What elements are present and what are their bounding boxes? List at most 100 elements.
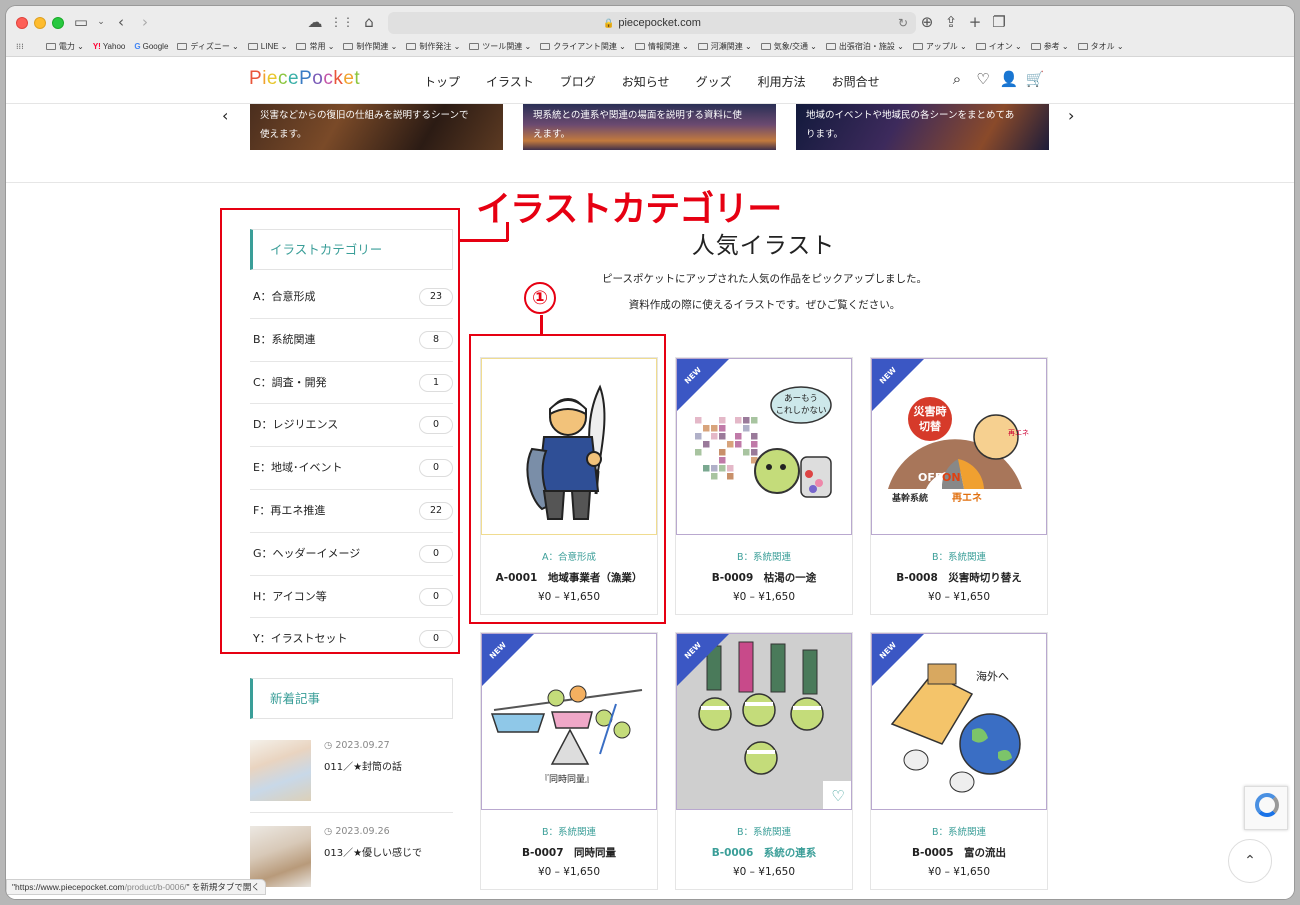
banner-slide[interactable]: 現系統との連系や関連の場面を説明する資料に使 えます。	[523, 104, 776, 150]
news-thumbnail[interactable]	[250, 826, 311, 887]
product-category[interactable]: B：系統関連	[676, 549, 852, 563]
zoom-window-button[interactable]	[52, 17, 64, 29]
banner-text: 災害などからの復旧の仕組みを説明するシーンで	[260, 110, 469, 121]
product-image[interactable]: あーもう これしかない NEW	[676, 358, 852, 535]
news-date: ◷ 2023.09.26	[324, 826, 390, 837]
news-title[interactable]: 011／★封筒の話	[324, 758, 402, 773]
product-image[interactable]: NEW ♡	[676, 633, 852, 810]
bookmark-item[interactable]: イオン ⌄	[975, 39, 1022, 55]
grid-icon[interactable]: ⋮⋮	[330, 11, 354, 33]
carousel-prev-icon[interactable]: ‹	[222, 106, 228, 125]
user-icon[interactable]: 👤	[996, 70, 1022, 88]
bookmark-label: 制作発注 ⌄	[419, 42, 461, 51]
nav-item[interactable]: お知らせ	[622, 73, 670, 90]
news-date-text: 2023.09.26	[335, 826, 390, 837]
product-title[interactable]: B-0007 同時同量	[481, 845, 657, 860]
product-category[interactable]: B：系統関連	[676, 824, 852, 838]
tab-overview-icon[interactable]: ❐	[988, 11, 1010, 33]
forward-icon[interactable]: ›	[134, 11, 156, 33]
bookmark-item[interactable]: LINE ⌄	[247, 39, 287, 55]
news-title[interactable]: 013／★優しい感じで	[324, 844, 422, 859]
bookmark-item[interactable]: アップル ⌄	[912, 39, 967, 55]
nav-item[interactable]: お問合せ	[832, 73, 880, 90]
new-badge	[677, 359, 729, 411]
product-card[interactable]: 『同時同量』 NEW B：系統関連 B-0007 同時同量 ¥0 – ¥1,65…	[480, 632, 658, 890]
product-card[interactable]: 海外へ NEW B：系統関連 B-0005 富の流出 ¥0 – ¥1,650	[870, 632, 1048, 890]
mosaic-tile	[719, 425, 726, 432]
mosaic-tile	[719, 465, 726, 472]
address-bar[interactable]: 🔒 piecepocket.com ↻	[388, 12, 916, 34]
banner-text: 使えます。	[260, 129, 307, 140]
scroll-to-top-button[interactable]: ⌃	[1228, 839, 1272, 883]
off-label: OFF	[918, 471, 942, 484]
product-category[interactable]: B：系統関連	[481, 824, 657, 838]
close-window-button[interactable]	[16, 17, 28, 29]
bookmark-label: クライアント関連 ⌄	[553, 42, 626, 51]
bookmark-item[interactable]: 制作関連 ⌄	[343, 39, 397, 55]
product-title[interactable]: B-0006 系統の連系	[676, 845, 852, 860]
search-icon[interactable]: ⌕	[944, 70, 970, 88]
bookmark-label: イオン ⌄	[988, 42, 1022, 51]
nav-item[interactable]: ブログ	[560, 73, 596, 90]
status-path: /product/b-0006/	[124, 882, 187, 892]
bookmark-item[interactable]: Y! Yahoo	[93, 39, 126, 55]
banner-slide[interactable]: 災害などからの復旧の仕組みを説明するシーンで 使えます。	[250, 104, 503, 150]
cloud-icon[interactable]: ☁	[304, 11, 326, 33]
product-title[interactable]: B-0005 富の流出	[871, 845, 1047, 860]
banner-slide[interactable]: 地域のイベントや地域民の各シーンをまとめてあ ります。	[796, 104, 1049, 150]
news-item[interactable]: ◷ 2023.09.26 013／★優しい感じで	[250, 826, 453, 888]
product-image[interactable]: OFF ON 災害時 切替 再エネ 基幹系統 再エネ NEW	[871, 358, 1047, 535]
recaptcha-badge[interactable]	[1244, 786, 1288, 830]
product-card[interactable]: あーもう これしかない NEW B：系統関連 B-0009 枯渇の一途 ¥0 –…	[675, 357, 853, 615]
bookmark-item[interactable]: 参考 ⌄	[1030, 39, 1069, 55]
share-icon[interactable]: ⇪	[940, 11, 962, 33]
bookmark-item[interactable]: 情報関連 ⌄	[634, 39, 689, 55]
product-price: ¥0 – ¥1,650	[732, 591, 796, 603]
chevron-down-icon[interactable]: ⌄	[90, 11, 112, 33]
bookmark-item[interactable]: クライアント関連 ⌄	[540, 39, 626, 55]
site-logo[interactable]: PiecePocket	[249, 68, 360, 90]
reload-icon[interactable]: ↻	[898, 12, 908, 34]
bookmark-item[interactable]: 常用 ⌄	[296, 39, 334, 55]
cart-icon[interactable]: 🛒	[1022, 70, 1048, 88]
product-title[interactable]: B-0008 災害時切り替え	[871, 570, 1047, 585]
bookmark-item[interactable]: タオル ⌄	[1077, 39, 1124, 55]
bookmark-item[interactable]: 気象/交通 ⌄	[760, 39, 817, 55]
product-image[interactable]: 海外へ NEW	[871, 633, 1047, 810]
product-image[interactable]: 『同時同量』 NEW	[481, 633, 657, 810]
home-icon[interactable]: ⌂	[358, 11, 380, 33]
bookmark-item[interactable]: ディズニー ⌄	[177, 39, 239, 55]
bookmark-item[interactable]: 制作発注 ⌄	[406, 39, 460, 55]
bookmark-item[interactable]: 出張宿泊・施設 ⌄	[825, 39, 904, 55]
product-category[interactable]: B：系統関連	[871, 824, 1047, 838]
product-title[interactable]: B-0009 枯渇の一途	[676, 570, 852, 585]
minimize-window-button[interactable]	[34, 17, 46, 29]
nav-item[interactable]: トップ	[424, 73, 460, 90]
product-category[interactable]: B：系統関連	[871, 549, 1047, 563]
bookmark-item[interactable]: ツール関連 ⌄	[469, 39, 531, 55]
carousel-next-icon[interactable]: ›	[1068, 106, 1074, 125]
new-tab-icon[interactable]: +	[964, 11, 986, 33]
mosaic-tile	[743, 417, 750, 424]
yahoo-icon: Y!	[92, 42, 101, 51]
recaptcha-icon	[1255, 793, 1279, 817]
product-card[interactable]: NEW ♡ B：系統関連 B-0006 系統の連系 ¥0 – ¥1,650	[675, 632, 853, 890]
back-icon[interactable]: ‹	[110, 11, 132, 33]
bookmark-item[interactable]: 河瀬関連 ⌄	[697, 39, 752, 55]
nav-item[interactable]: イラスト	[486, 73, 534, 90]
news-item[interactable]: ◷ 2023.09.27 011／★封筒の話	[250, 740, 453, 802]
download-icon[interactable]: ⊕	[916, 11, 938, 33]
nav-item[interactable]: 利用方法	[758, 73, 806, 90]
bookmark-item[interactable]: G Google	[134, 39, 168, 55]
nav-item[interactable]: グッズ	[696, 73, 732, 90]
folder-icon	[975, 43, 986, 50]
bookmarks-grid-icon[interactable]: ⁝⁝⁝	[16, 39, 24, 55]
sidebar-toggle-icon[interactable]: ▭	[70, 11, 92, 33]
news-thumbnail[interactable]	[250, 740, 311, 801]
mosaic-tile	[735, 417, 742, 424]
product-card[interactable]: OFF ON 災害時 切替 再エネ 基幹系統 再エネ NEW B：系統関連 B-…	[870, 357, 1048, 615]
favorite-heart-icon[interactable]: ♡	[823, 781, 851, 809]
logo-letter: c	[323, 68, 334, 89]
bookmark-item[interactable]: 電力 ⌄	[45, 39, 84, 55]
heart-icon[interactable]: ♡	[970, 70, 996, 88]
